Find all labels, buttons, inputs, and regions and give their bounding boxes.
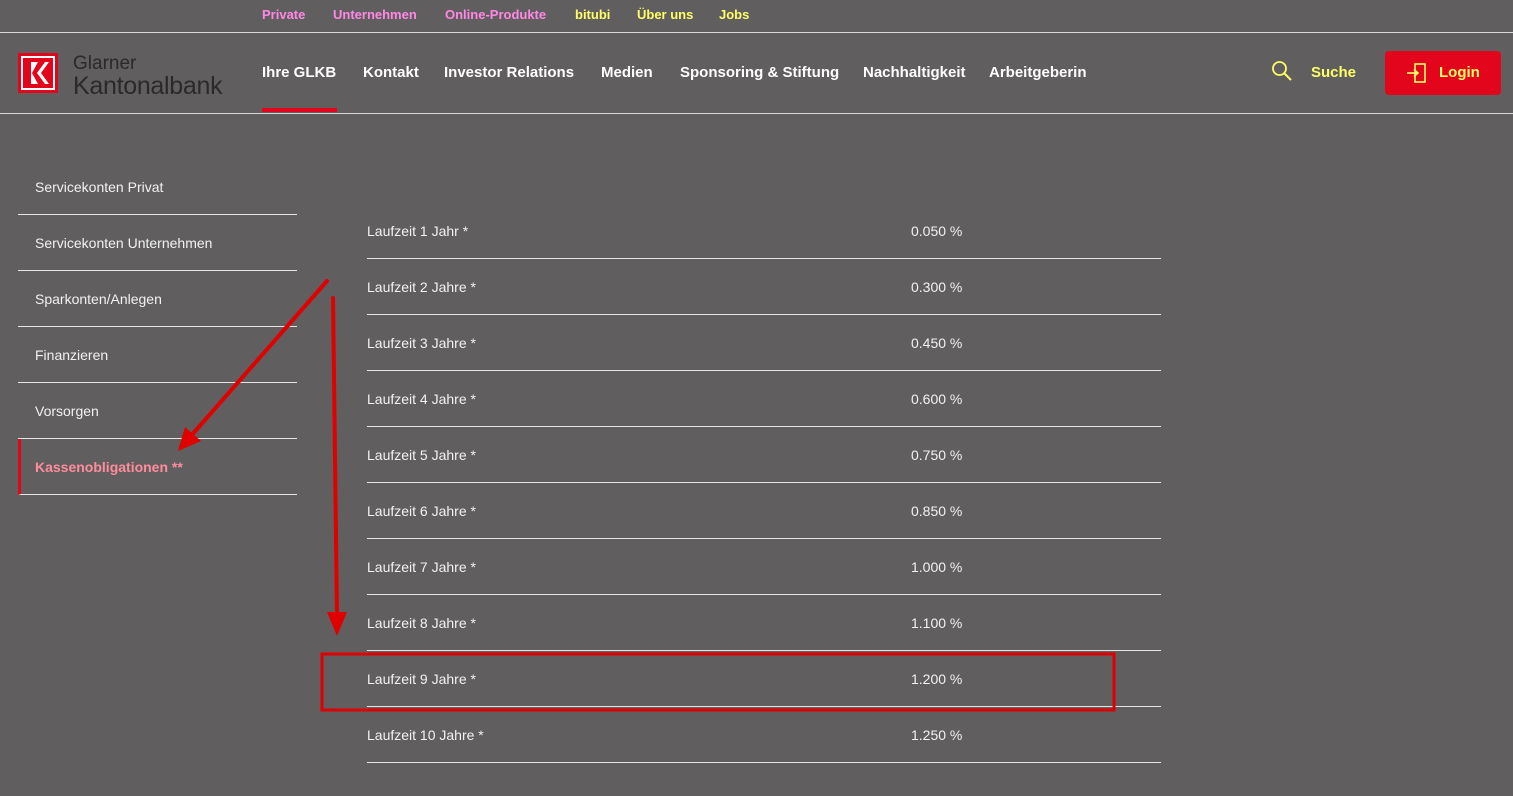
- nav-item-investor-relations[interactable]: Investor Relations: [444, 64, 574, 81]
- arrow-down-icon: [327, 296, 347, 636]
- rate-term-label: Laufzeit 5 Jahre *: [367, 447, 476, 463]
- search-button[interactable]: Suche: [1311, 64, 1356, 81]
- table-row: Laufzeit 6 Jahre * 0.850 %: [367, 483, 1161, 539]
- sidebar-item-label: Finanzieren: [35, 347, 109, 363]
- rate-term-label: Laufzeit 3 Jahre *: [367, 335, 476, 351]
- glkb-logo-icon: [18, 53, 58, 93]
- rate-value: 1.000 %: [911, 559, 963, 575]
- table-row: Laufzeit 7 Jahre * 1.000 %: [367, 539, 1161, 595]
- nav-item-arbeitgeberin[interactable]: Arbeitgeberin: [989, 64, 1087, 81]
- top-utility-bar: Private Unternehmen Online-Produkte bitu…: [0, 0, 1513, 33]
- sidebar-item-kassenobligationen[interactable]: Kassenobligationen **: [18, 439, 297, 495]
- rate-value: 1.200 %: [911, 671, 963, 687]
- table-row: Laufzeit 3 Jahre * 0.450 %: [367, 315, 1161, 371]
- rate-term-label: Laufzeit 9 Jahre *: [367, 671, 476, 687]
- sidebar-item-label: Vorsorgen: [35, 403, 99, 419]
- rate-value: 1.100 %: [911, 615, 963, 631]
- rate-value: 0.750 %: [911, 447, 963, 463]
- sidebar-navigation: Servicekonten Privat Servicekonten Unter…: [18, 159, 297, 495]
- nav-item-kontakt[interactable]: Kontakt: [363, 64, 419, 81]
- sidebar-item-label: Sparkonten/Anlegen: [35, 291, 162, 307]
- nav-item-medien[interactable]: Medien: [601, 64, 653, 81]
- nav-item-ihre-glkb[interactable]: Ihre GLKB: [262, 64, 336, 81]
- login-button[interactable]: Login: [1385, 51, 1501, 95]
- active-nav-indicator: [262, 108, 337, 112]
- sidebar-item-label: Servicekonten Unternehmen: [35, 235, 213, 251]
- sidebar-item-servicekonten-privat[interactable]: Servicekonten Privat: [18, 159, 297, 215]
- table-row: Laufzeit 4 Jahre * 0.600 %: [367, 371, 1161, 427]
- topbar-link-private[interactable]: Private: [262, 7, 305, 22]
- topbar-link-bitubi[interactable]: bitubi: [575, 7, 610, 22]
- table-row: Laufzeit 1 Jahr * 0.050 %: [367, 203, 1161, 259]
- nav-item-sponsoring-stiftung[interactable]: Sponsoring & Stiftung: [680, 64, 839, 81]
- topbar-link-jobs[interactable]: Jobs: [719, 7, 749, 22]
- main-header: Glarner Kantonalbank Ihre GLKB Kontakt I…: [0, 33, 1513, 114]
- sidebar-item-vorsorgen[interactable]: Vorsorgen: [18, 383, 297, 439]
- table-row: Laufzeit 8 Jahre * 1.100 %: [367, 595, 1161, 651]
- sidebar-item-label: Servicekonten Privat: [35, 179, 164, 195]
- rate-term-label: Laufzeit 2 Jahre *: [367, 279, 476, 295]
- table-row-highlighted: Laufzeit 9 Jahre * 1.200 %: [367, 651, 1161, 707]
- rate-term-label: Laufzeit 4 Jahre *: [367, 391, 476, 407]
- rate-value: 0.850 %: [911, 503, 963, 519]
- sidebar-item-label: Kassenobligationen **: [35, 459, 183, 475]
- login-door-icon: [1406, 62, 1428, 84]
- rate-term-label: Laufzeit 8 Jahre *: [367, 615, 476, 631]
- rate-term-label: Laufzeit 6 Jahre *: [367, 503, 476, 519]
- topbar-link-online-produkte[interactable]: Online-Produkte: [445, 7, 546, 22]
- rate-term-label: Laufzeit 7 Jahre *: [367, 559, 476, 575]
- rate-value: 1.250 %: [911, 727, 963, 743]
- login-label: Login: [1439, 64, 1480, 81]
- topbar-link-unternehmen[interactable]: Unternehmen: [333, 7, 417, 22]
- search-icon[interactable]: [1271, 60, 1292, 81]
- rate-value: 0.300 %: [911, 279, 963, 295]
- rate-value: 0.450 %: [911, 335, 963, 351]
- rate-term-label: Laufzeit 10 Jahre *: [367, 727, 484, 743]
- table-row: Laufzeit 5 Jahre * 0.750 %: [367, 427, 1161, 483]
- rate-value: 0.050 %: [911, 223, 963, 239]
- table-row: Laufzeit 10 Jahre * 1.250 %: [367, 707, 1161, 763]
- topbar-link-ueber-uns[interactable]: Über uns: [637, 7, 693, 22]
- sidebar-item-sparkonten-anlegen[interactable]: Sparkonten/Anlegen: [18, 271, 297, 327]
- sidebar-item-finanzieren[interactable]: Finanzieren: [18, 327, 297, 383]
- rate-value: 0.600 %: [911, 391, 963, 407]
- logo-text-kantonalbank: Kantonalbank: [73, 72, 223, 100]
- bank-logo[interactable]: Glarner Kantonalbank: [18, 53, 238, 100]
- nav-item-nachhaltigkeit[interactable]: Nachhaltigkeit: [863, 64, 966, 81]
- interest-rates-table: Laufzeit 1 Jahr * 0.050 % Laufzeit 2 Jah…: [367, 203, 1161, 763]
- sidebar-item-servicekonten-unternehmen[interactable]: Servicekonten Unternehmen: [18, 215, 297, 271]
- table-row: Laufzeit 2 Jahre * 0.300 %: [367, 259, 1161, 315]
- rate-term-label: Laufzeit 1 Jahr *: [367, 223, 469, 239]
